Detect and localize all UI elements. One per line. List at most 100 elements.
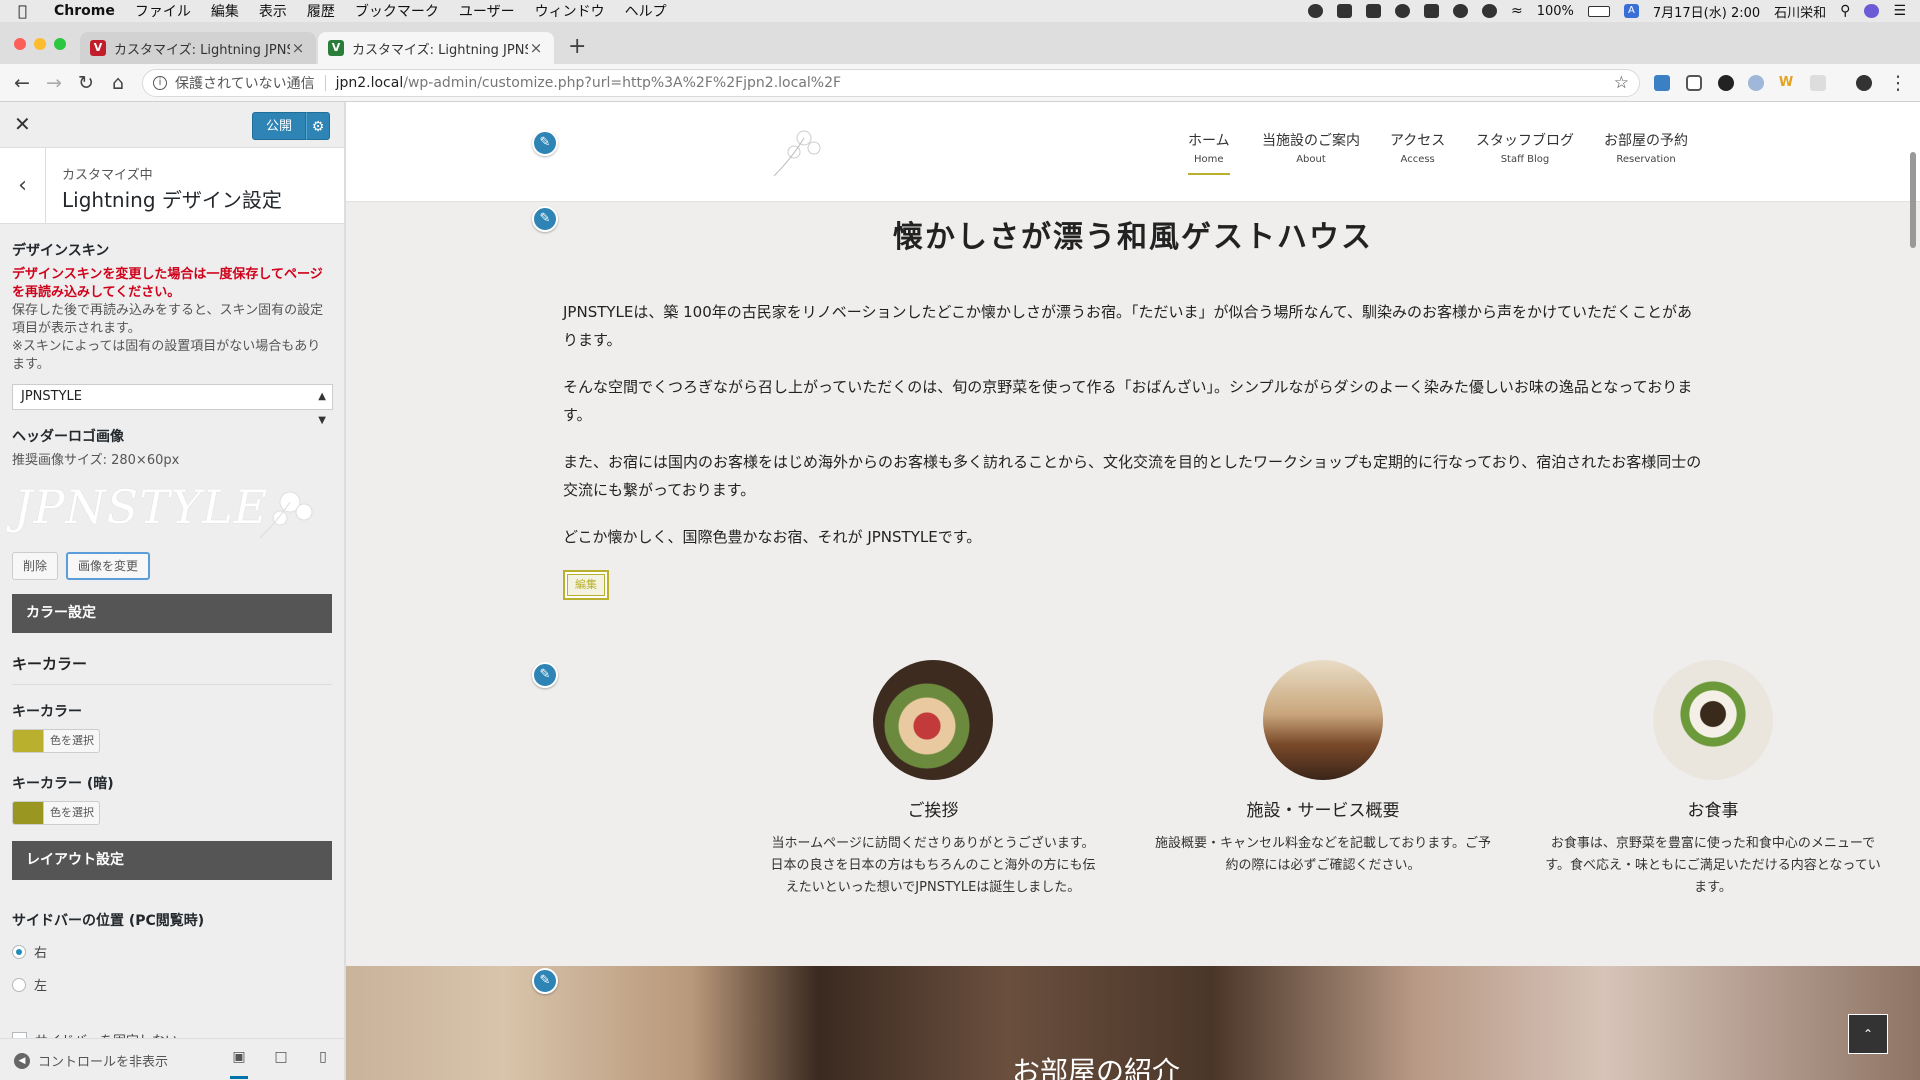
desktop-preview-icon[interactable]: ▣ — [230, 1049, 248, 1079]
window-close-icon[interactable] — [14, 38, 26, 50]
radio-right-button[interactable] — [12, 944, 26, 959]
tab-active[interactable]: V カスタマイズ: Lightning JPNSTY × — [318, 32, 554, 64]
menu-history[interactable]: 履歴 — [307, 1, 335, 21]
edit-button[interactable]: 編集 — [563, 570, 609, 600]
user-name[interactable]: 石川栄和 — [1774, 2, 1826, 21]
publish-settings-gear-icon[interactable]: ⚙ — [306, 112, 330, 140]
close-customizer-icon[interactable]: ✕ — [14, 112, 31, 136]
color-settings-header[interactable]: カラー設定 — [12, 594, 332, 633]
input-method-icon[interactable]: A — [1623, 4, 1639, 18]
home-icon[interactable]: ⌂ — [106, 71, 130, 95]
url-text: jpn2.local/wp-admin/customize.php?url=ht… — [336, 75, 841, 91]
camera-icon[interactable] — [1336, 4, 1352, 18]
keycolor-picker[interactable]: 色を選択 — [12, 729, 100, 753]
keycolor-heading: キーカラー — [12, 653, 332, 685]
radio-right[interactable]: 右 — [12, 942, 332, 961]
spotlight-search-icon[interactable]: ⚲ — [1840, 3, 1850, 19]
chrome-menu-icon[interactable]: ⋮ — [1886, 71, 1910, 95]
keycolor-dark-swatch — [13, 802, 43, 824]
extension-gray-icon[interactable] — [1810, 75, 1826, 91]
meals-image[interactable] — [1653, 660, 1773, 780]
tab-close-icon[interactable]: × — [290, 39, 306, 57]
menu-app-chrome[interactable]: Chrome — [54, 3, 115, 19]
bookmark-star-icon[interactable]: ☆ — [1614, 73, 1629, 93]
reload-icon[interactable]: ↻ — [74, 71, 98, 95]
nav-reservation[interactable]: お部屋の予約 Reservation — [1604, 130, 1688, 165]
cloud-icon[interactable] — [1452, 4, 1468, 18]
info-icon[interactable]: i — [153, 76, 167, 90]
nav-about[interactable]: 当施設のご案内 About — [1262, 130, 1360, 165]
hide-controls-button[interactable]: ◀ コントロールを非表示 — [14, 1051, 168, 1070]
wifi-icon[interactable]: ≈ — [1511, 3, 1523, 19]
creative-cloud-icon[interactable] — [1394, 4, 1410, 18]
menu-bookmarks[interactable]: ブックマーク — [355, 1, 439, 21]
edit-shortcut-pencil-icon[interactable]: ✎ — [532, 662, 558, 688]
profile-avatar-icon[interactable] — [1856, 75, 1872, 91]
extension-pocket-icon[interactable] — [1686, 75, 1702, 91]
tab-close-icon[interactable]: × — [528, 39, 544, 57]
logo-size-hint: 推奨画像サイズ: 280×60px — [12, 453, 180, 468]
intro-paragraph-4: どこか懐かしく、国際色豊かなお宿、それが JPNSTYLEです。 — [563, 528, 982, 546]
preview-scrollbar[interactable] — [1910, 152, 1916, 248]
keycolor-dark-picker[interactable]: 色を選択 — [12, 801, 100, 825]
radio-left-button[interactable] — [12, 977, 26, 992]
publish-button[interactable]: 公開 — [252, 112, 306, 140]
extension-translate-icon[interactable] — [1654, 75, 1670, 91]
address-bar[interactable]: i 保護されていない通信 jpn2.local/wp-admin/customi… — [142, 69, 1640, 97]
extension-dark-icon[interactable] — [1718, 75, 1734, 91]
edit-shortcut-pencil-icon[interactable]: ✎ — [532, 968, 558, 994]
tab-inactive[interactable]: V カスタマイズ: Lightning JPNSTY × — [80, 32, 316, 64]
extension-w-icon[interactable]: W — [1778, 75, 1794, 91]
radio-right-label: 右 — [34, 946, 48, 961]
customizing-label: カスタマイズ中 — [62, 168, 153, 183]
new-tab-icon[interactable]: + — [568, 34, 586, 59]
sync-icon[interactable] — [1481, 4, 1497, 18]
site-logo-flower-icon[interactable] — [768, 122, 828, 178]
facility-image[interactable] — [1263, 660, 1383, 780]
menu-view[interactable]: 表示 — [259, 1, 287, 21]
feature-title: お食事 — [1687, 801, 1739, 821]
back-icon[interactable]: ← — [10, 71, 34, 95]
dropbox-icon[interactable] — [1365, 4, 1381, 18]
hide-controls-label: コントロールを非表示 — [38, 1055, 169, 1070]
greeting-image[interactable] — [873, 660, 993, 780]
edit-button-label: 編集 — [567, 574, 605, 596]
siri-icon[interactable] — [1864, 4, 1880, 18]
apple-menu-icon[interactable]:  — [18, 2, 40, 20]
window-minimize-icon[interactable] — [34, 38, 46, 50]
skin-select[interactable]: JPNSTYLE ▲ ▼ — [12, 384, 333, 426]
feature-facility: 施設・サービス概要 施設概要・キャンセル料金などを記載しております。ご予約の際に… — [1133, 660, 1513, 877]
radio-left[interactable]: 左 — [12, 975, 332, 994]
change-logo-button[interactable]: 画像を変更 — [66, 552, 151, 580]
site-header: ホーム Home 当施設のご案内 About アクセス Access スタッフブ… — [346, 102, 1920, 202]
radio-left-label: 左 — [34, 979, 48, 994]
mobile-preview-icon[interactable]: ▯ — [314, 1049, 332, 1067]
menu-user[interactable]: ユーザー — [459, 1, 515, 21]
back-to-top-icon[interactable]: ⌃ — [1848, 1014, 1888, 1054]
edit-shortcut-pencil-icon[interactable]: ✎ — [532, 130, 558, 156]
keycolor-dark-label: キーカラー (暗) — [12, 776, 114, 792]
choose-color-label: 色を選択 — [43, 802, 94, 824]
forward-icon[interactable]: → — [42, 71, 66, 95]
clock[interactable]: 7月17日(水) 2:00 — [1653, 2, 1760, 21]
nav-home[interactable]: ホーム Home — [1188, 130, 1230, 175]
menu-window[interactable]: ウィンドウ — [535, 1, 605, 21]
menu-help[interactable]: ヘルプ — [625, 1, 667, 21]
nav-blog[interactable]: スタッフブログ Staff Blog — [1476, 130, 1574, 165]
nav-access[interactable]: アクセス Access — [1390, 130, 1445, 165]
layout-settings-header[interactable]: レイアウト設定 — [12, 841, 332, 880]
back-chevron-icon[interactable]: ‹ — [0, 148, 46, 224]
url-path: /wp-admin/customize.php?url=http%3A%2F%2… — [403, 75, 842, 91]
customizer-panel: ✕ 公開 ⚙ ‹ カスタマイズ中 Lightning デザイン設定 デザインスキ… — [0, 102, 345, 1080]
delete-logo-button[interactable]: 削除 — [12, 552, 59, 580]
battery-percent[interactable]: 100% — [1537, 4, 1574, 19]
backup-icon[interactable] — [1423, 4, 1439, 18]
notification-center-icon[interactable]: ☰ — [1893, 3, 1906, 19]
menu-file[interactable]: ファイル — [135, 1, 191, 21]
window-zoom-icon[interactable] — [54, 38, 66, 50]
extension-blue-icon[interactable] — [1748, 75, 1764, 91]
tablet-preview-icon[interactable]: □ — [272, 1049, 290, 1067]
record-icon[interactable] — [1307, 4, 1323, 18]
skin-note: ※スキンによっては固有の設置項目がない場合もあります。 — [12, 339, 321, 372]
menu-edit[interactable]: 編集 — [211, 1, 239, 21]
